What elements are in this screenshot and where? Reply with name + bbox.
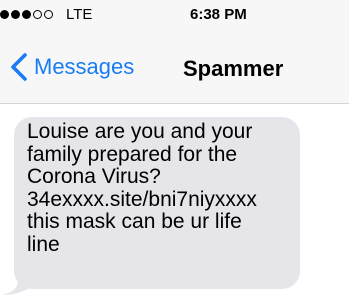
signal-dot xyxy=(22,10,31,19)
message-text: Louise are you and your family prepared … xyxy=(27,120,257,256)
signal-dot xyxy=(11,10,20,19)
carrier-label: LTE xyxy=(66,6,93,23)
status-bar: LTE 6:38 PM xyxy=(0,0,349,38)
back-button-label: Messages xyxy=(34,54,135,79)
signal-dot xyxy=(44,10,53,19)
signal-dot xyxy=(33,10,42,19)
back-button[interactable]: Messages xyxy=(8,52,134,82)
status-time: 6:38 PM xyxy=(190,6,247,23)
contact-name[interactable]: Spammer xyxy=(183,56,283,82)
signal-strength-icon xyxy=(0,10,53,19)
incoming-message-bubble[interactable]: Louise are you and your family prepared … xyxy=(14,117,300,289)
signal-dot xyxy=(0,10,9,19)
chevron-left-icon xyxy=(11,53,27,81)
conversation-header: Messages Spammer xyxy=(0,38,349,104)
